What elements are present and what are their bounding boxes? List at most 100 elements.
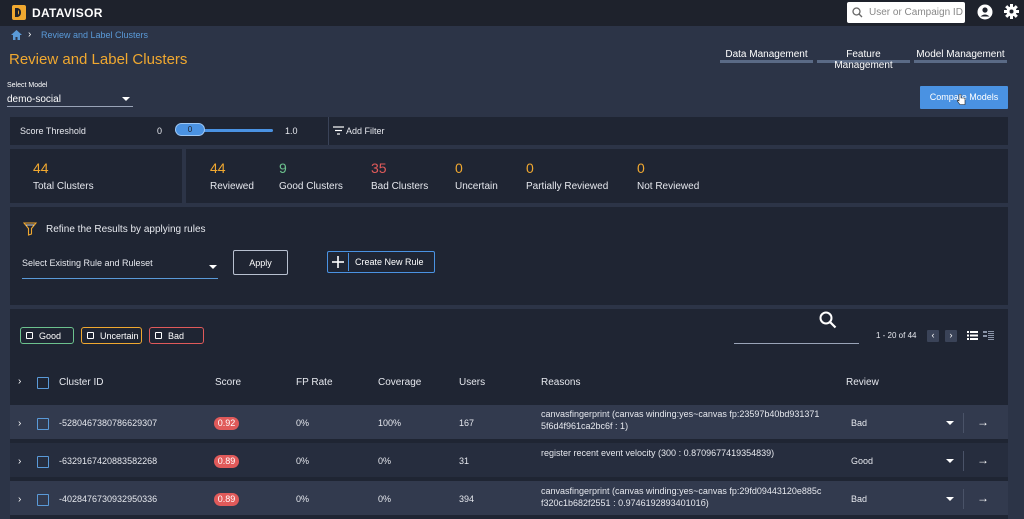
- score-min-label: 0: [157, 126, 163, 136]
- page-title: Review and Label Clusters: [9, 51, 188, 68]
- tag-bad[interactable]: Bad: [149, 327, 204, 344]
- feature-management-button[interactable]: Feature Management: [817, 47, 910, 71]
- person-icon: [155, 332, 162, 339]
- header-score[interactable]: Score: [215, 377, 241, 388]
- list-view-icon[interactable]: [967, 331, 978, 340]
- bad-clusters-value: 35: [371, 160, 387, 176]
- review-stats-panel: [186, 149, 1008, 203]
- search-icon: [852, 7, 863, 18]
- total-clusters-panel: [10, 149, 182, 203]
- uncertain-value: 0: [455, 160, 463, 176]
- expand-all-icon[interactable]: ›: [18, 376, 21, 387]
- good-clusters-label: Good Clusters: [279, 181, 343, 192]
- rules-panel: [10, 207, 1008, 305]
- data-management-button[interactable]: Data Management: [720, 47, 813, 63]
- apply-button[interactable]: Apply: [233, 250, 288, 275]
- app-name: DATAVISOR: [32, 6, 103, 20]
- not-reviewed-label: Not Reviewed: [637, 181, 700, 192]
- cluster-id[interactable]: -4028476730932950336: [59, 494, 157, 504]
- select-all-checkbox[interactable]: [37, 377, 49, 389]
- fp-rate: 0%: [296, 456, 310, 466]
- funnel-rules-icon: [23, 222, 37, 236]
- divider: [328, 117, 329, 145]
- review-caret-icon[interactable]: [946, 459, 954, 463]
- table-search-input[interactable]: [734, 343, 859, 344]
- users: 394: [459, 494, 475, 504]
- add-filter-button[interactable]: Add Filter: [346, 126, 385, 136]
- rule-select-underline: [22, 278, 218, 279]
- score-badge: 0.92: [214, 417, 239, 430]
- select-model-caret-icon[interactable]: [122, 97, 130, 101]
- reviewed-label: Reviewed: [210, 181, 254, 192]
- select-model-label: Select Model: [7, 82, 48, 89]
- expand-row-icon[interactable]: ›: [18, 494, 21, 505]
- table-search-icon[interactable]: [819, 311, 837, 329]
- row-detail-arrow-icon[interactable]: →: [977, 491, 989, 505]
- plus-icon: [332, 256, 344, 268]
- header-cluster-id[interactable]: Cluster ID: [59, 377, 103, 388]
- not-reviewed-value: 0: [637, 160, 645, 176]
- expand-row-icon[interactable]: ›: [18, 456, 21, 467]
- model-management-button[interactable]: Model Management: [914, 47, 1007, 63]
- row-checkbox[interactable]: [37, 456, 49, 468]
- review-select[interactable]: Good: [851, 456, 873, 466]
- tag-uncertain[interactable]: Uncertain: [81, 327, 142, 344]
- select-model-value[interactable]: demo-social: [7, 94, 61, 105]
- divider: [348, 253, 349, 271]
- compact-view-icon[interactable]: [983, 331, 994, 340]
- partially-reviewed-value: 0: [526, 160, 534, 176]
- score-badge: 0.89: [214, 493, 239, 506]
- partially-reviewed-label: Partially Reviewed: [526, 181, 609, 192]
- settings-gear-icon[interactable]: [1003, 3, 1020, 20]
- total-clusters-value: 44: [33, 160, 49, 176]
- prev-page-button[interactable]: ‹: [927, 330, 939, 342]
- score-slider-handle[interactable]: 0: [175, 123, 205, 136]
- breadcrumb-item[interactable]: Review and Label Clusters: [41, 30, 148, 40]
- coverage: 100%: [378, 418, 402, 428]
- reason-line: f320c1b682f2551 : 0.974619289340101б): [541, 498, 709, 508]
- header-fp-rate[interactable]: FP Rate: [296, 377, 333, 388]
- header-users[interactable]: Users: [459, 377, 485, 388]
- row-checkbox[interactable]: [37, 418, 49, 430]
- coverage: 0%: [378, 456, 392, 466]
- users: 31: [459, 456, 470, 466]
- reviewed-value: 44: [210, 160, 226, 176]
- person-icon: [87, 332, 94, 339]
- user-account-icon[interactable]: [977, 4, 993, 20]
- header-review[interactable]: Review: [846, 377, 879, 388]
- reason-line: register recent event velocity (300 : 0.…: [541, 448, 775, 458]
- bad-clusters-label: Bad Clusters: [371, 181, 429, 192]
- select-model-underline: [7, 106, 133, 107]
- rule-select-caret-icon[interactable]: [209, 265, 217, 269]
- users: 167: [459, 418, 475, 428]
- total-clusters-label: Total Clusters: [33, 181, 94, 192]
- review-select[interactable]: Bad: [851, 418, 867, 428]
- score-threshold-label: Score Threshold: [20, 126, 86, 136]
- divider: [963, 489, 964, 509]
- coverage: 0%: [378, 494, 392, 504]
- rules-heading: Refine the Results by applying rules: [46, 224, 206, 235]
- tag-good[interactable]: Good: [20, 327, 74, 344]
- review-caret-icon[interactable]: [946, 497, 954, 501]
- next-page-button[interactable]: ›: [945, 330, 957, 342]
- row-detail-arrow-icon[interactable]: →: [977, 453, 989, 467]
- mouse-cursor-icon: [957, 94, 966, 105]
- header-coverage[interactable]: Coverage: [378, 377, 421, 388]
- row-checkbox[interactable]: [37, 494, 49, 506]
- breadcrumb-chevron-icon: ›: [28, 29, 32, 40]
- tag-bad-label: Bad: [168, 331, 185, 341]
- person-icon: [26, 332, 33, 339]
- home-icon[interactable]: [11, 30, 22, 40]
- expand-row-icon[interactable]: ›: [18, 418, 21, 429]
- tag-uncertain-label: Uncertain: [100, 331, 139, 341]
- pagination-range: 1 - 20 of 44: [876, 331, 917, 340]
- header-reasons[interactable]: Reasons: [541, 377, 580, 388]
- review-caret-icon[interactable]: [946, 421, 954, 425]
- cluster-id[interactable]: -5280467380786629307: [59, 418, 157, 428]
- row-detail-arrow-icon[interactable]: →: [977, 415, 989, 429]
- filter-icon[interactable]: [333, 126, 344, 135]
- rule-select-placeholder[interactable]: Select Existing Rule and Ruleset: [22, 258, 153, 268]
- review-select[interactable]: Bad: [851, 494, 867, 504]
- tag-good-label: Good: [39, 331, 62, 341]
- cluster-id[interactable]: -6329167420883582268: [59, 456, 157, 466]
